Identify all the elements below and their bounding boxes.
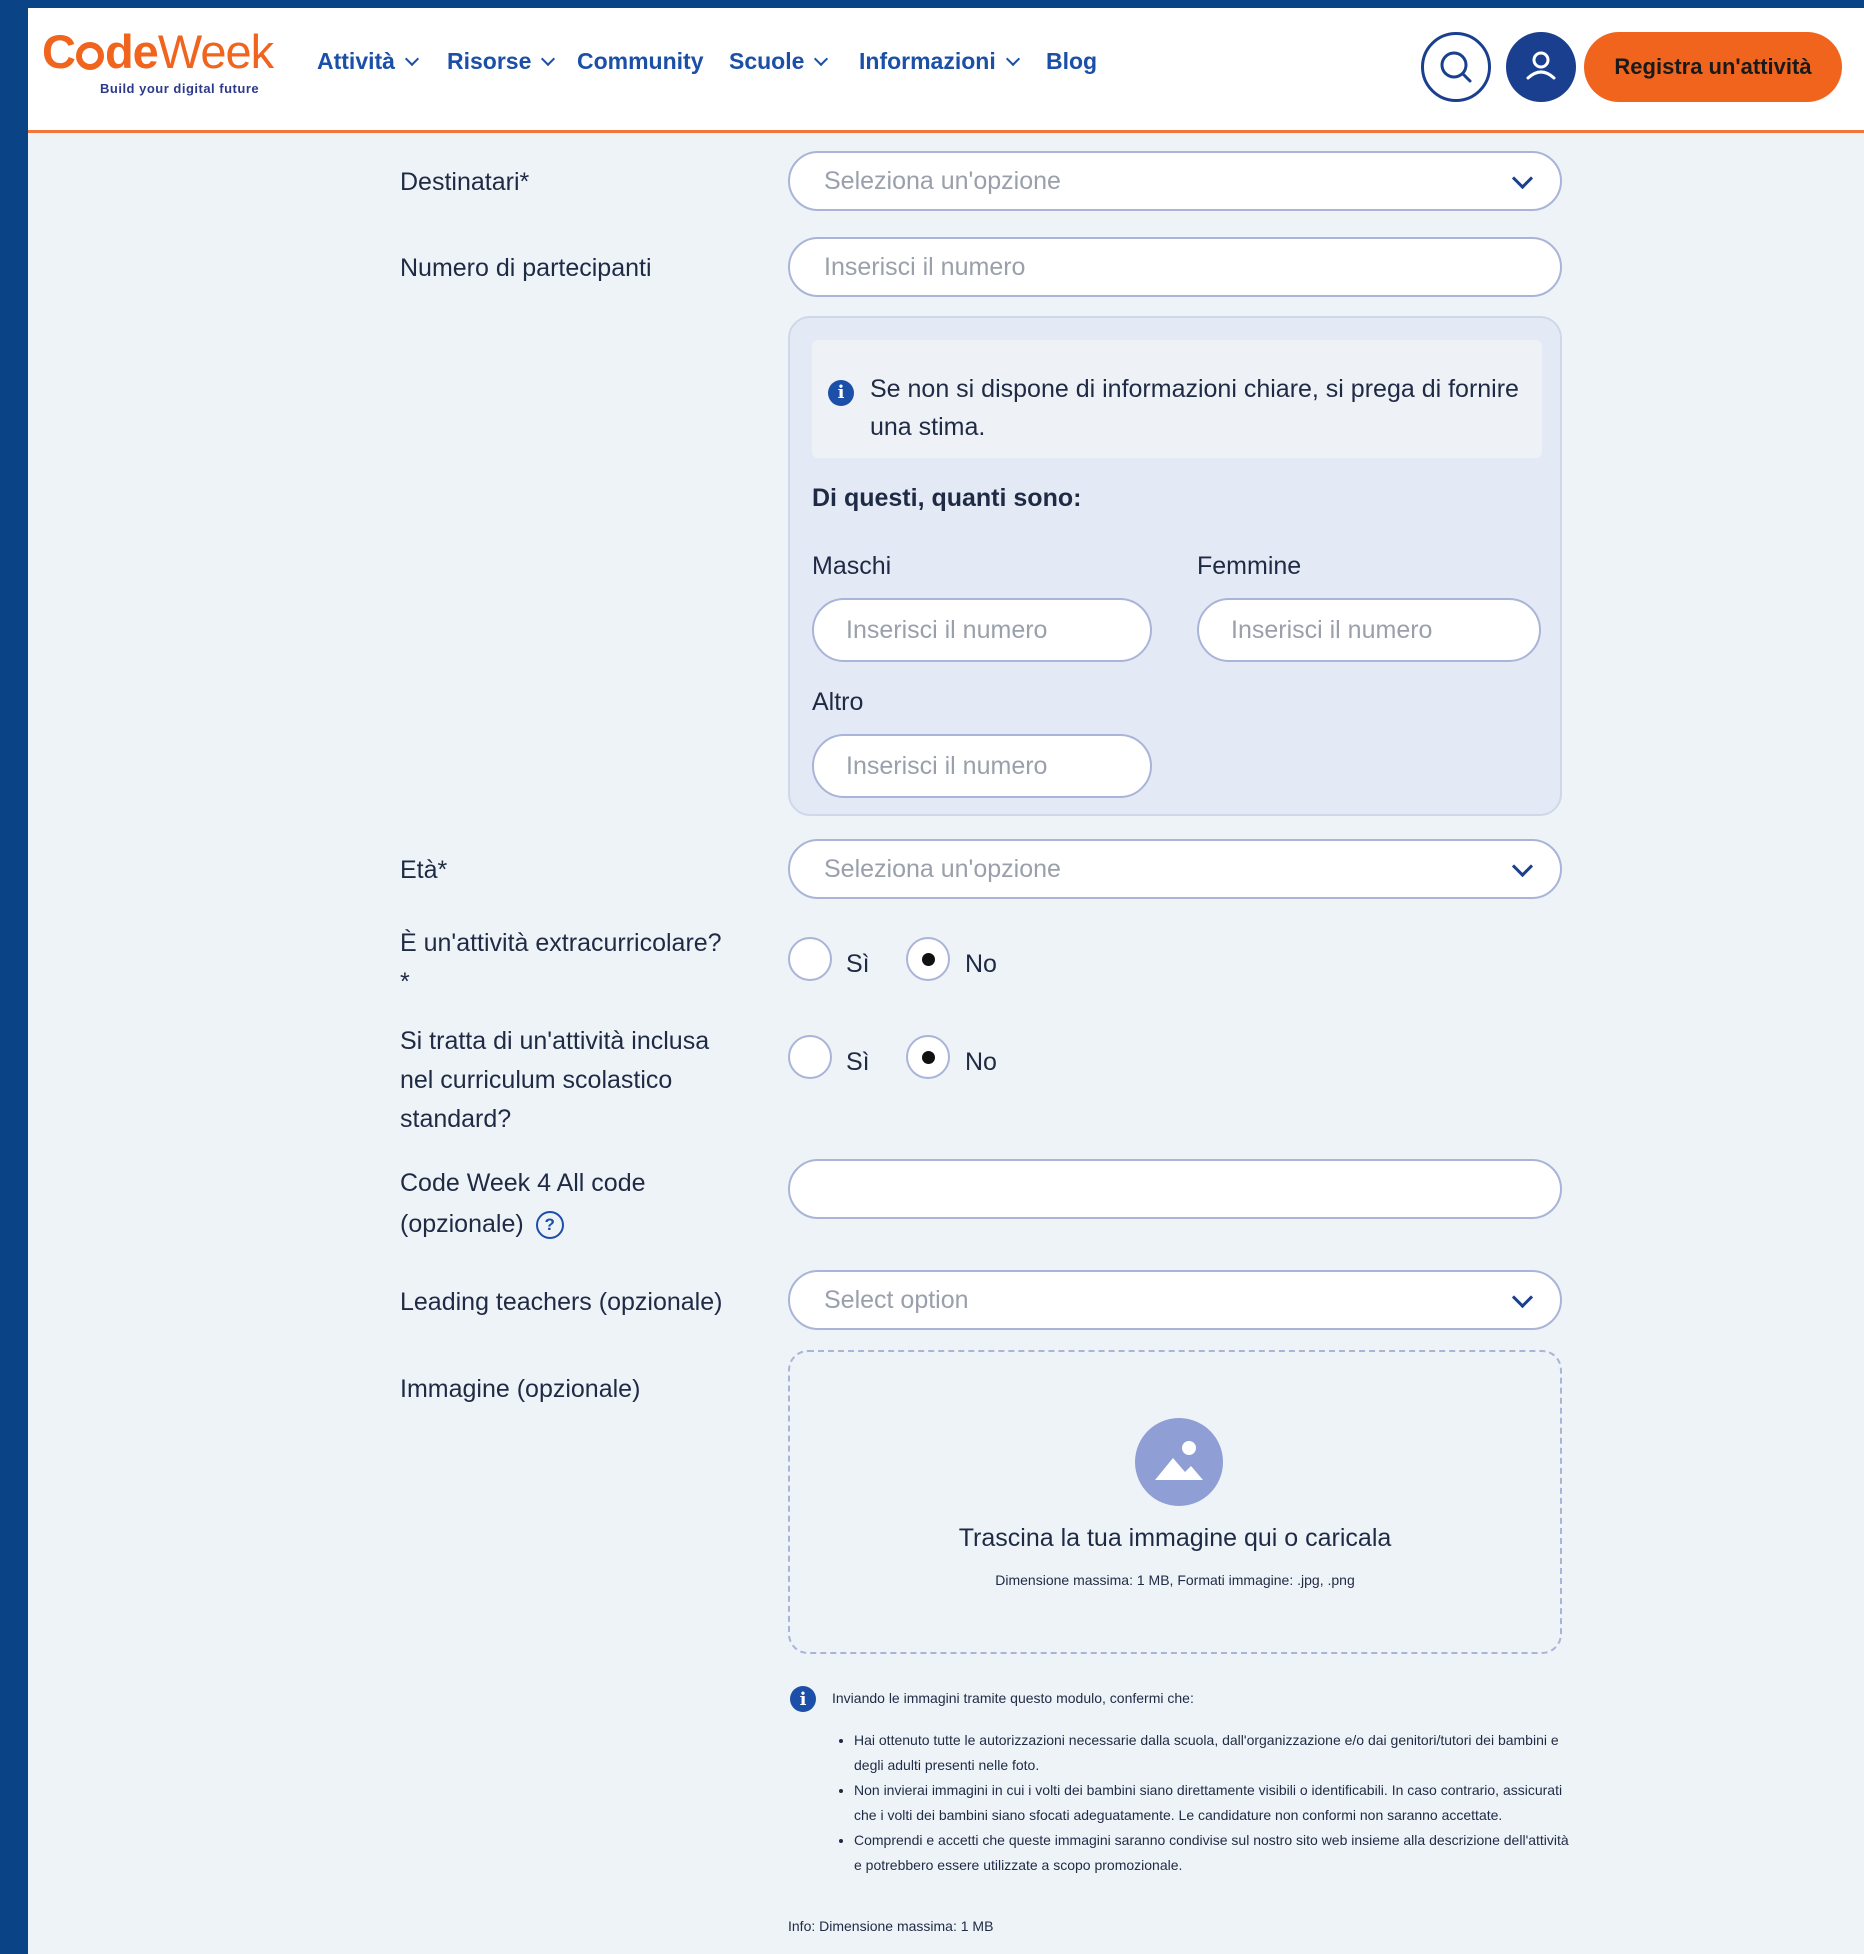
consent-intro: Inviando le immagini tramite questo modu… <box>832 1690 1194 1706</box>
search-icon <box>1440 51 1472 83</box>
image-dropzone[interactable]: Trascina la tua immagine qui o caricala … <box>788 1350 1562 1654</box>
user-account-button[interactable] <box>1506 32 1576 102</box>
other-input[interactable] <box>812 734 1152 798</box>
site-header: CdeWeek Build your digital future Attivi… <box>28 8 1864 133</box>
age-select-placeholder: Seleziona un'opzione <box>824 854 1061 883</box>
register-activity-button[interactable]: Registra un'attività <box>1584 32 1842 102</box>
chevron-down-icon <box>1511 855 1534 878</box>
curriculum-yes-label: Sì <box>846 1048 870 1076</box>
consent-item: Comprendi e accetti che queste immagini … <box>854 1828 1574 1878</box>
logo-o-mark <box>75 42 104 70</box>
nav-item-community[interactable]: Community <box>577 48 704 75</box>
chevron-down-icon <box>404 51 420 66</box>
leading-teachers-select[interactable]: Select option <box>788 1270 1562 1330</box>
nav-item-attivita[interactable]: Attività <box>317 48 420 75</box>
nav-label: Attività <box>317 48 395 74</box>
breakdown-title: Di questi, quanti sono: <box>812 484 1082 512</box>
chevron-down-icon <box>814 51 829 66</box>
curriculum-yes-radio[interactable] <box>788 1035 832 1079</box>
image-label: Immagine (opzionale) <box>400 1375 641 1403</box>
consent-list: Hai ottenuto tutte le autorizzazioni nec… <box>832 1728 1574 1878</box>
females-input[interactable] <box>1197 598 1541 662</box>
info-icon: i <box>790 1686 816 1712</box>
codeweek-logo[interactable]: CdeWeek Build your digital future <box>42 25 274 97</box>
extracurricular-yes-label: Sì <box>846 950 870 978</box>
nav-label: Blog <box>1046 48 1098 74</box>
nav-label: Informazioni <box>859 48 996 74</box>
required-mark: * <box>400 968 410 996</box>
age-select[interactable]: Seleziona un'opzione <box>788 839 1562 899</box>
chevron-down-icon <box>1005 51 1020 66</box>
logo-tagline: Build your digital future <box>100 81 260 96</box>
logo-text-de: de <box>104 25 159 78</box>
audience-select-placeholder: Seleziona un'opzione <box>824 166 1061 195</box>
leading-teachers-label: Leading teachers (opzionale) <box>400 1288 723 1316</box>
dropzone-hint: Dimensione massima: 1 MB, Formati immagi… <box>995 1572 1355 1588</box>
audience-select[interactable]: Seleziona un'opzione <box>788 151 1562 211</box>
age-label: Età* <box>400 856 448 884</box>
curriculum-label-line: Si tratta di un'attività inclusa <box>400 1027 710 1055</box>
consent-item: Non invierai immagini in cui i volti dei… <box>854 1778 1574 1828</box>
leading-teachers-placeholder: Select option <box>824 1285 969 1314</box>
participants-input[interactable] <box>788 237 1562 297</box>
curriculum-label-line: standard? <box>400 1105 512 1133</box>
user-icon <box>1526 51 1556 80</box>
other-label: Altro <box>812 688 864 716</box>
image-upload-icon <box>1135 1418 1223 1506</box>
estimate-notice: i Se non si dispone di informazioni chia… <box>812 340 1542 458</box>
extracurricular-label-text: È un'attività extracurricolare? <box>400 929 722 957</box>
codeweek4all-input[interactable] <box>788 1159 1562 1219</box>
codeweek4all-label-line: Code Week 4 All code <box>400 1169 646 1197</box>
participants-breakdown-panel: i Se non si dispone di informazioni chia… <box>788 316 1562 816</box>
males-input[interactable] <box>812 598 1152 662</box>
participants-label: Numero di partecipanti <box>400 254 652 282</box>
extracurricular-no-label: No <box>965 950 997 978</box>
curriculum-label: Si tratta di un'attività inclusa nel cur… <box>400 1022 709 1139</box>
nav-label: Community <box>577 48 704 74</box>
chevron-down-icon <box>1511 167 1534 190</box>
extracurricular-label: È un'attività extracurricolare? * <box>400 924 722 1002</box>
page: CdeWeek Build your digital future Attivi… <box>28 8 1864 1954</box>
extracurricular-yes-radio[interactable] <box>788 937 832 981</box>
info-icon: i <box>828 380 854 406</box>
dropzone-title: Trascina la tua immagine qui o caricala <box>958 1524 1392 1552</box>
logo-text-week: Week <box>157 25 274 78</box>
image-icon <box>1155 1441 1203 1480</box>
curriculum-no-radio[interactable] <box>906 1035 950 1079</box>
curriculum-label-line: nel curriculum scolastico <box>400 1066 673 1094</box>
males-label: Maschi <box>812 552 892 580</box>
females-label: Femmine <box>1197 552 1302 580</box>
nav-item-informazioni[interactable]: Informazioni <box>859 48 1020 75</box>
nav-item-blog[interactable]: Blog <box>1046 48 1097 75</box>
codeweek4all-label-line: (opzionale) <box>400 1210 524 1238</box>
curriculum-no-label: No <box>965 1048 997 1076</box>
search-button[interactable] <box>1421 32 1491 102</box>
nav-label: Risorse <box>447 48 532 74</box>
help-icon[interactable]: ? <box>535 1210 564 1239</box>
consent-item: Hai ottenuto tutte le autorizzazioni nec… <box>854 1728 1574 1778</box>
nav-item-risorse[interactable]: Risorse <box>447 48 556 75</box>
audience-label: Destinatari* <box>400 168 530 196</box>
nav-label: Scuole <box>729 48 805 74</box>
logo-text-c: C <box>42 25 76 78</box>
nav-item-scuole[interactable]: Scuole <box>729 48 829 75</box>
extracurricular-no-radio[interactable] <box>906 937 950 981</box>
codeweek4all-label: Code Week 4 All code (opzionale) ? <box>400 1164 646 1244</box>
chevron-down-icon <box>541 51 556 66</box>
max-size-info: Info: Dimensione massima: 1 MB <box>788 1918 994 1934</box>
chevron-down-icon <box>1511 1286 1534 1309</box>
estimate-notice-text: Se non si dispone di informazioni chiare… <box>870 375 1519 441</box>
register-activity-label: Registra un'attività <box>1614 54 1812 79</box>
